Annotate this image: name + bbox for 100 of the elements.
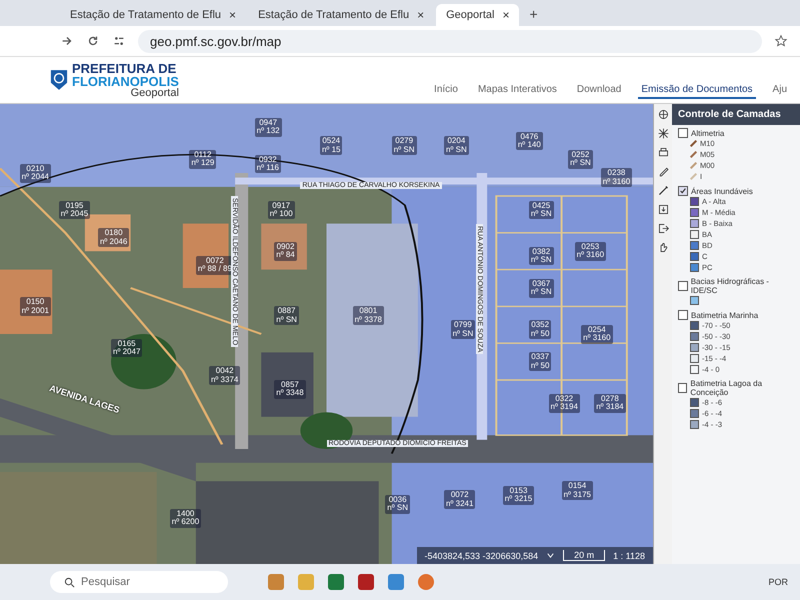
parcel-number: nº 116 [256,164,280,172]
parcel-number: nº SN [394,146,415,154]
close-tab-button[interactable]: × [417,8,424,22]
parcel-code: 0279 [395,137,414,146]
parcel-code: 0072 [450,491,469,500]
taskbar-search-field[interactable]: Pesquisar [50,571,228,593]
logo-title: PREFEITURA DE [72,62,178,74]
parcel-number: nº 3175 [564,490,591,499]
parcel-code: 0367 [532,280,550,288]
caret-icon[interactable] [546,551,556,560]
scale-selector[interactable]: 1 : 1128 [613,550,645,560]
parcel-number: nº 140 [518,140,541,150]
nav-link[interactable]: Emissão de Documentos [638,82,756,99]
parcel-number: nº SN [530,210,552,218]
globe-icon[interactable] [656,108,670,121]
parcel-code: 0180 [104,229,123,238]
parcel-number: nº 3374 [210,376,238,384]
layer-checkbox[interactable] [678,281,688,291]
nav-link[interactable]: Mapas Interativos [474,82,560,99]
parcel-number: nº 6200 [172,518,200,527]
parcel-number: nº 2045 [60,210,88,218]
nav-link[interactable]: Download [574,82,624,99]
parcel-code: 0195 [66,202,84,210]
tab-title: Estação de Tratamento de Eflu [70,9,222,21]
parcel-code: 0932 [258,156,277,164]
parcel-code: 0204 [447,137,466,146]
parcel-number: nº SN [446,146,467,154]
parcel-number: nº 129 [191,159,214,168]
browser-tab[interactable]: Estação de Tratamento de Eflu × [248,4,434,26]
logo-title: FLORIANOPOLIS [72,74,179,88]
parcel-code: 0947 [259,118,278,127]
layer-checkbox[interactable] [678,383,688,393]
close-tab-button[interactable]: × [502,8,510,22]
layer-name: Áreas Inundáveis [691,186,753,196]
parcel-number: nº 3241 [446,500,474,508]
layer-checkbox[interactable] [678,310,688,320]
parcel-code: 0112 [194,151,212,159]
parcel-number: nº SN [387,504,408,513]
parcel-number: nº 2001 [22,306,49,315]
parcel-number: nº SN [276,316,297,324]
parcel-code: 0238 [608,169,626,178]
nav-link[interactable]: Início [431,82,461,99]
parcel-code: 0036 [388,496,407,504]
parcel-code: 0352 [531,321,550,330]
parcel-code: 0150 [26,298,44,307]
tab-title: Estação de Tratamento de Eflu [258,9,410,21]
parcel-code: 0165 [118,340,136,348]
parcel-code: 0254 [588,326,606,334]
parcel-code: 0337 [531,353,550,362]
parcel-code: 0425 [532,202,550,210]
parcel-number: nº 3160 [576,251,604,260]
parcel-code: 0042 [216,367,234,376]
tab-title: Geoportal [446,9,494,21]
browser-tab[interactable]: Geoportal × [436,4,520,26]
parcel-number: nº 3160 [583,334,611,343]
panel-title: Controle de Camadas [672,104,800,125]
parcel-number: nº 84 [276,251,295,260]
parcel-code: 0278 [601,394,619,403]
parcel-number: nº SN [530,288,552,297]
parcel-number: nº 3184 [596,403,624,412]
parcel-code: 0252 [572,151,590,159]
print-icon[interactable] [656,146,670,159]
exit-icon[interactable] [656,222,670,235]
layer-name: Altimetria [691,128,724,138]
search-icon [64,576,75,588]
parcel-number: nº 50 [530,330,550,338]
parcel-number: nº 3160 [602,178,630,186]
parcel-number: nº 100 [270,210,293,218]
address-field[interactable]: geo.pmf.sc.gov.br/map [138,30,762,52]
site-settings-icon[interactable] [112,34,126,48]
layer-name: Batimetria Marinha [691,310,758,320]
parcel-code: 0253 [581,243,600,251]
layer-name: Batimetria Lagoa da Conceição [690,379,764,397]
parcel-code: 1400 [176,510,194,518]
parcel-code: 0857 [281,381,299,389]
language-indicator[interactable]: POR [768,577,788,587]
parcel-code: 0801 [359,307,378,316]
parcel-code: 0072 [206,256,224,265]
parcel-code: 0210 [26,164,44,173]
scale-bar: 20 m [563,550,606,561]
star-icon[interactable] [774,34,788,48]
parcel-number: nº 50 [530,362,550,370]
download-icon[interactable] [656,203,670,216]
parcel-number: nº SN [530,256,552,264]
parcel-number: nº SN [452,330,474,338]
parcel-number: nº 2044 [22,173,49,182]
parcel-number: nº 2046 [100,238,128,246]
logo-subtitle: Geoportal [130,88,179,98]
reload-icon[interactable] [86,34,100,48]
parcel-number: nº 3215 [504,495,532,504]
browser-tab[interactable]: Estação de Tratamento de Eflu × [60,4,246,26]
layer-checkbox[interactable] [678,186,688,196]
close-tab-button[interactable]: × [229,8,236,22]
parcel-number: nº SN [570,159,591,168]
nav-link[interactable]: Aju [770,82,790,99]
crest-icon [50,69,68,91]
parcel-code: 0524 [322,137,340,146]
parcel-code: 0902 [276,243,294,251]
layer-checkbox[interactable] [678,128,688,138]
new-tab-button[interactable]: + [521,6,546,26]
